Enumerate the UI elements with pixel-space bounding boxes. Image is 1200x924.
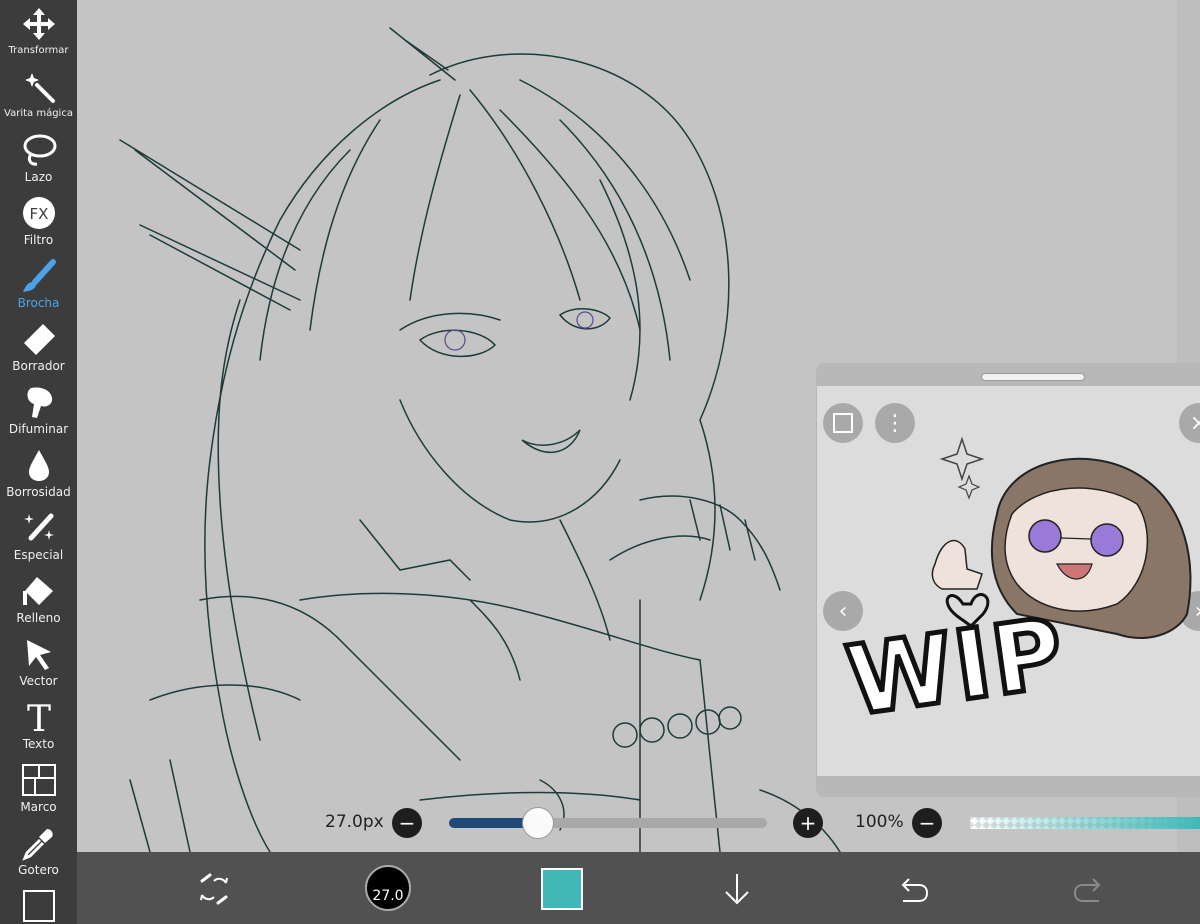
drag-handle[interactable] <box>981 373 1085 381</box>
tool-label: Varita mágica <box>4 108 73 119</box>
reference-window-footer <box>817 776 1200 796</box>
tool-magic-wand[interactable]: Varita mágica <box>0 63 77 126</box>
blur-drop-icon <box>19 445 59 485</box>
tool-label: Especial <box>13 548 64 562</box>
tool-filter[interactable]: FX Filtro <box>0 189 77 252</box>
tool-eyedropper[interactable]: Gotero <box>0 819 77 882</box>
layer-download-button[interactable] <box>714 866 760 912</box>
chevron-left-icon: ‹ <box>838 598 848 624</box>
tool-blur[interactable]: Borrosidad <box>0 441 77 504</box>
tool-smudge[interactable]: Difuminar <box>0 378 77 441</box>
more-vertical-icon: ⋮ <box>884 410 906 436</box>
color-swatch[interactable] <box>541 868 583 910</box>
reference-window[interactable]: ⋮ × ‹ › WIP <box>816 363 1200 797</box>
opacity-decrease-button[interactable]: − <box>912 808 942 838</box>
reference-window-titlebar[interactable] <box>817 364 1200 386</box>
text-t-icon: T <box>19 697 59 737</box>
brush-opacity-label: 100% <box>855 812 904 832</box>
lasso-icon <box>19 130 59 170</box>
move-arrows-icon <box>19 4 59 44</box>
reference-menu-button[interactable]: ⋮ <box>875 403 915 443</box>
reference-next-button[interactable]: › <box>1179 591 1200 631</box>
brush-swap-icon <box>200 873 228 905</box>
special-sparkle-brush-icon <box>19 508 59 548</box>
brush-swap-button[interactable] <box>191 866 237 912</box>
tool-label: Lazo <box>24 170 53 184</box>
opacity-slider[interactable] <box>970 817 1200 829</box>
fx-filter-icon: FX <box>19 193 59 233</box>
undo-icon <box>901 878 929 902</box>
brush-size-slider-knob[interactable] <box>522 807 555 839</box>
minus-icon: − <box>918 811 936 835</box>
brush-icon <box>19 256 59 296</box>
svg-text:T: T <box>26 699 50 735</box>
opacity-gradient <box>970 817 1200 829</box>
tool-label: Gotero <box>18 863 59 877</box>
layer-download-icon <box>725 874 749 905</box>
tool-text[interactable]: T Texto <box>0 693 77 756</box>
canvas-icon <box>19 886 59 924</box>
plus-icon: + <box>799 811 817 835</box>
eraser-icon <box>19 319 59 359</box>
brush-size-button-label: 27.0 <box>372 888 404 904</box>
tool-vector[interactable]: Vector <box>0 630 77 693</box>
tool-special[interactable]: Especial <box>0 504 77 567</box>
brush-size-decrease-button[interactable]: − <box>392 808 422 838</box>
chevron-right-icon: › <box>1195 599 1200 624</box>
tool-lasso[interactable]: Lazo <box>0 126 77 189</box>
wip-sticker-text: WIP <box>838 594 1074 740</box>
tool-eraser[interactable]: Borrador <box>0 315 77 378</box>
tool-label: Vector <box>19 674 58 688</box>
tool-brush[interactable]: Brocha <box>0 252 77 315</box>
svg-text:FX: FX <box>29 205 48 223</box>
tool-frame[interactable]: Marco <box>0 756 77 819</box>
brush-size-slider[interactable] <box>449 807 767 839</box>
tool-label: Texto <box>22 737 55 751</box>
bottom-toolbar: 27.0 <box>77 852 1200 924</box>
tool-label: Brocha <box>17 296 60 310</box>
brush-size-increase-button[interactable]: + <box>793 808 823 838</box>
tool-label: Relleno <box>16 611 61 625</box>
tool-label: Borrador <box>12 359 65 373</box>
eyedropper-icon <box>19 823 59 863</box>
square-icon <box>833 413 853 433</box>
tool-transform[interactable]: Transformar <box>0 0 77 63</box>
tool-sidebar: Transformar Varita mágica Lazo FX Filtro… <box>0 0 77 924</box>
tool-label: Difuminar <box>8 422 69 436</box>
close-icon: × <box>1190 411 1200 436</box>
tool-label: Marco <box>20 800 57 814</box>
undo-button[interactable] <box>890 866 936 912</box>
tool-label: Borrosidad <box>6 485 71 499</box>
frame-divider-icon <box>19 760 59 800</box>
minus-icon: − <box>398 811 416 835</box>
tool-label: Filtro <box>23 233 54 247</box>
redo-icon <box>1073 878 1101 902</box>
smudge-finger-icon <box>19 382 59 422</box>
fill-bucket-icon <box>19 571 59 611</box>
brush-size-button[interactable]: 27.0 <box>365 865 411 911</box>
reference-layers-button[interactable] <box>823 403 863 443</box>
magic-wand-icon <box>19 67 59 107</box>
reference-close-button[interactable]: × <box>1179 403 1200 443</box>
tool-canvas[interactable] <box>0 882 77 924</box>
tool-fill[interactable]: Relleno <box>0 567 77 630</box>
brush-size-label: 27.0px <box>325 812 384 832</box>
redo-button[interactable] <box>1066 866 1112 912</box>
tool-label: Transformar <box>8 45 69 56</box>
vector-cursor-icon <box>19 634 59 674</box>
